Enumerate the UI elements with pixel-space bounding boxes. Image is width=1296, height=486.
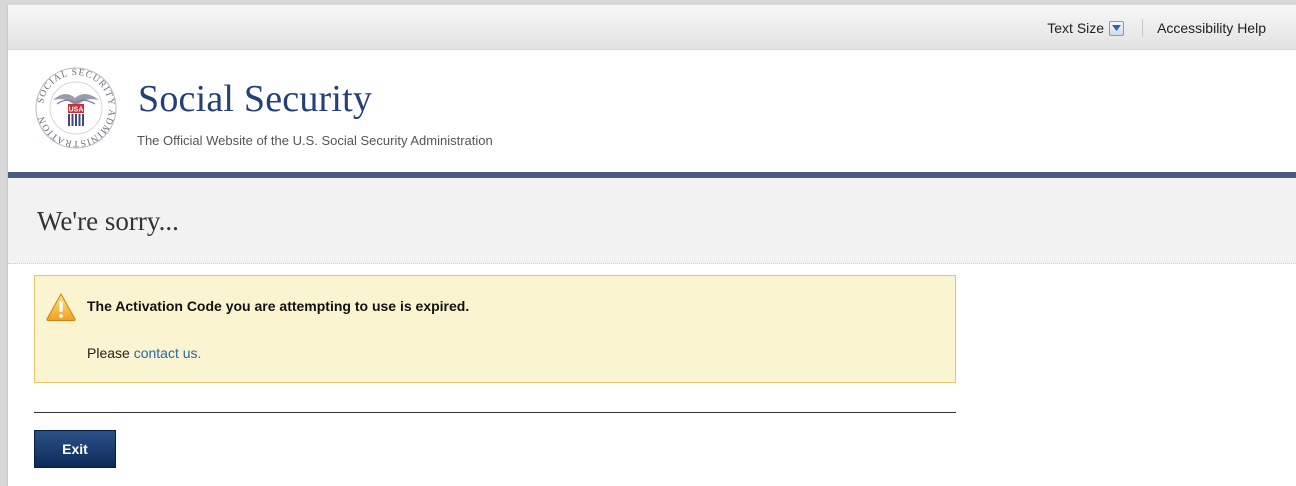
divider: [34, 412, 956, 413]
accessibility-help-link[interactable]: Accessibility Help: [1157, 20, 1266, 36]
svg-text:USA: USA: [69, 107, 84, 114]
utility-links: Text Size Accessibility Help: [1047, 19, 1266, 37]
contact-us-link[interactable]: contact us.: [134, 345, 202, 361]
alert-body-prefix: Please: [87, 345, 134, 361]
exit-button[interactable]: Exit: [34, 430, 116, 468]
error-alert: The Activation Code you are attempting t…: [34, 275, 956, 383]
page-frame: Text Size Accessibility Help SOCIAL SECU…: [8, 5, 1296, 486]
site-subtitle: The Official Website of the U.S. Social …: [137, 133, 493, 148]
text-size-control[interactable]: Text Size: [1047, 20, 1125, 36]
page-heading-band: We're sorry...: [8, 178, 1296, 264]
utility-bar: Text Size Accessibility Help: [8, 5, 1296, 50]
warning-icon: [46, 292, 76, 321]
alert-body: Please contact us.: [87, 345, 201, 361]
alert-message: The Activation Code you are attempting t…: [87, 298, 470, 314]
page-title: We're sorry...: [37, 206, 179, 236]
text-size-label[interactable]: Text Size: [1047, 20, 1104, 36]
ssa-seal-logo[interactable]: SOCIAL SECURITY ADMINISTRATION USA: [35, 67, 117, 149]
utility-separator: [1142, 19, 1144, 37]
chevron-down-icon[interactable]: [1109, 20, 1125, 36]
site-title[interactable]: Social Security: [138, 77, 372, 121]
site-header: SOCIAL SECURITY ADMINISTRATION USA Socia…: [8, 50, 1296, 178]
